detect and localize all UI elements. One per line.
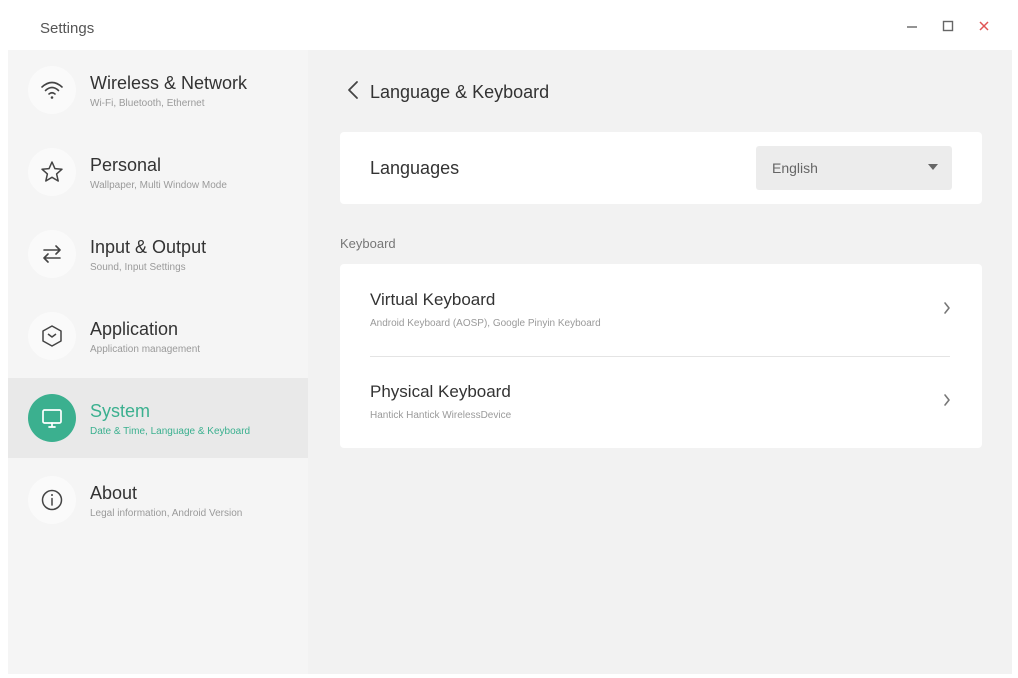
sidebar-item-label: Input & Output <box>90 236 207 257</box>
title-bar: Settings <box>8 6 1012 50</box>
minimize-icon[interactable] <box>904 18 920 34</box>
info-icon <box>28 476 76 524</box>
sidebar-item-subtitle: Application management <box>90 343 201 355</box>
sidebar-item-system[interactable]: System Date & Time, Language & Keyboard <box>8 378 308 458</box>
back-button[interactable]: Language & Keyboard <box>346 80 549 105</box>
sidebar-item-subtitle: Wi-Fi, Bluetooth, Ethernet <box>90 97 205 109</box>
language-dropdown[interactable]: English <box>756 146 952 190</box>
monitor-icon <box>28 394 76 442</box>
maximize-icon[interactable] <box>940 18 956 34</box>
caret-down-icon <box>928 164 938 170</box>
main-content: Language & Keyboard Languages English Ke… <box>308 50 1012 674</box>
keyboard-section-label: Keyboard <box>340 236 396 251</box>
page-title: Language & Keyboard <box>370 82 550 102</box>
arrows-icon <box>28 230 76 278</box>
sidebar-item-label: Personal <box>90 154 162 175</box>
keyboard-row-subtitle: Android Keyboard (AOSP), Google Pinyin K… <box>370 318 601 329</box>
virtual-keyboard-row[interactable]: Virtual Keyboard Android Keyboard (AOSP)… <box>340 264 982 356</box>
chevron-right-icon <box>942 300 952 321</box>
sidebar-item-label: About <box>90 482 138 503</box>
languages-label: Languages <box>370 158 460 178</box>
sidebar-item-application[interactable]: Application Application management <box>8 296 308 376</box>
sidebar-item-subtitle: Date & Time, Language & Keyboard <box>90 425 251 437</box>
sidebar-item-subtitle: Legal information, Android Version <box>90 507 243 519</box>
chevron-right-icon <box>942 392 952 413</box>
sidebar-item-about[interactable]: About Legal information, Android Version <box>8 460 308 540</box>
sidebar-item-label: Application <box>90 318 179 339</box>
physical-keyboard-row[interactable]: Physical Keyboard Hantick Hantick Wirele… <box>340 356 982 448</box>
sidebar: Wireless & Network Wi-Fi, Bluetooth, Eth… <box>8 50 308 674</box>
keyboard-row-title: Virtual Keyboard <box>370 290 496 309</box>
sidebar-item-personal[interactable]: Personal Wallpaper, Multi Window Mode <box>8 132 308 212</box>
keyboard-row-title: Physical Keyboard <box>370 382 511 401</box>
languages-card: Languages English <box>340 132 982 204</box>
sidebar-item-subtitle: Wallpaper, Multi Window Mode <box>90 179 227 191</box>
wifi-icon <box>28 66 76 114</box>
app-title: Settings <box>40 20 95 37</box>
sidebar-item-label: Wireless & Network <box>90 72 248 93</box>
keyboard-card: Virtual Keyboard Android Keyboard (AOSP)… <box>340 264 982 448</box>
chevron-left-icon <box>346 80 360 105</box>
sidebar-item-subtitle: Sound, Input Settings <box>90 261 186 273</box>
window-controls <box>904 18 992 34</box>
language-selected-value: English <box>772 160 818 176</box>
settings-window: Settings Wireless & Network Wi-Fi, Bluet… <box>8 6 1012 674</box>
sidebar-item-label: System <box>90 400 151 421</box>
star-icon <box>28 148 76 196</box>
close-icon[interactable] <box>976 18 992 34</box>
keyboard-row-subtitle: Hantick Hantick WirelessDevice <box>370 410 512 421</box>
sidebar-item-input-output[interactable]: Input & Output Sound, Input Settings <box>8 214 308 294</box>
app-icon <box>28 312 76 360</box>
sidebar-item-wireless-network[interactable]: Wireless & Network Wi-Fi, Bluetooth, Eth… <box>8 50 308 130</box>
